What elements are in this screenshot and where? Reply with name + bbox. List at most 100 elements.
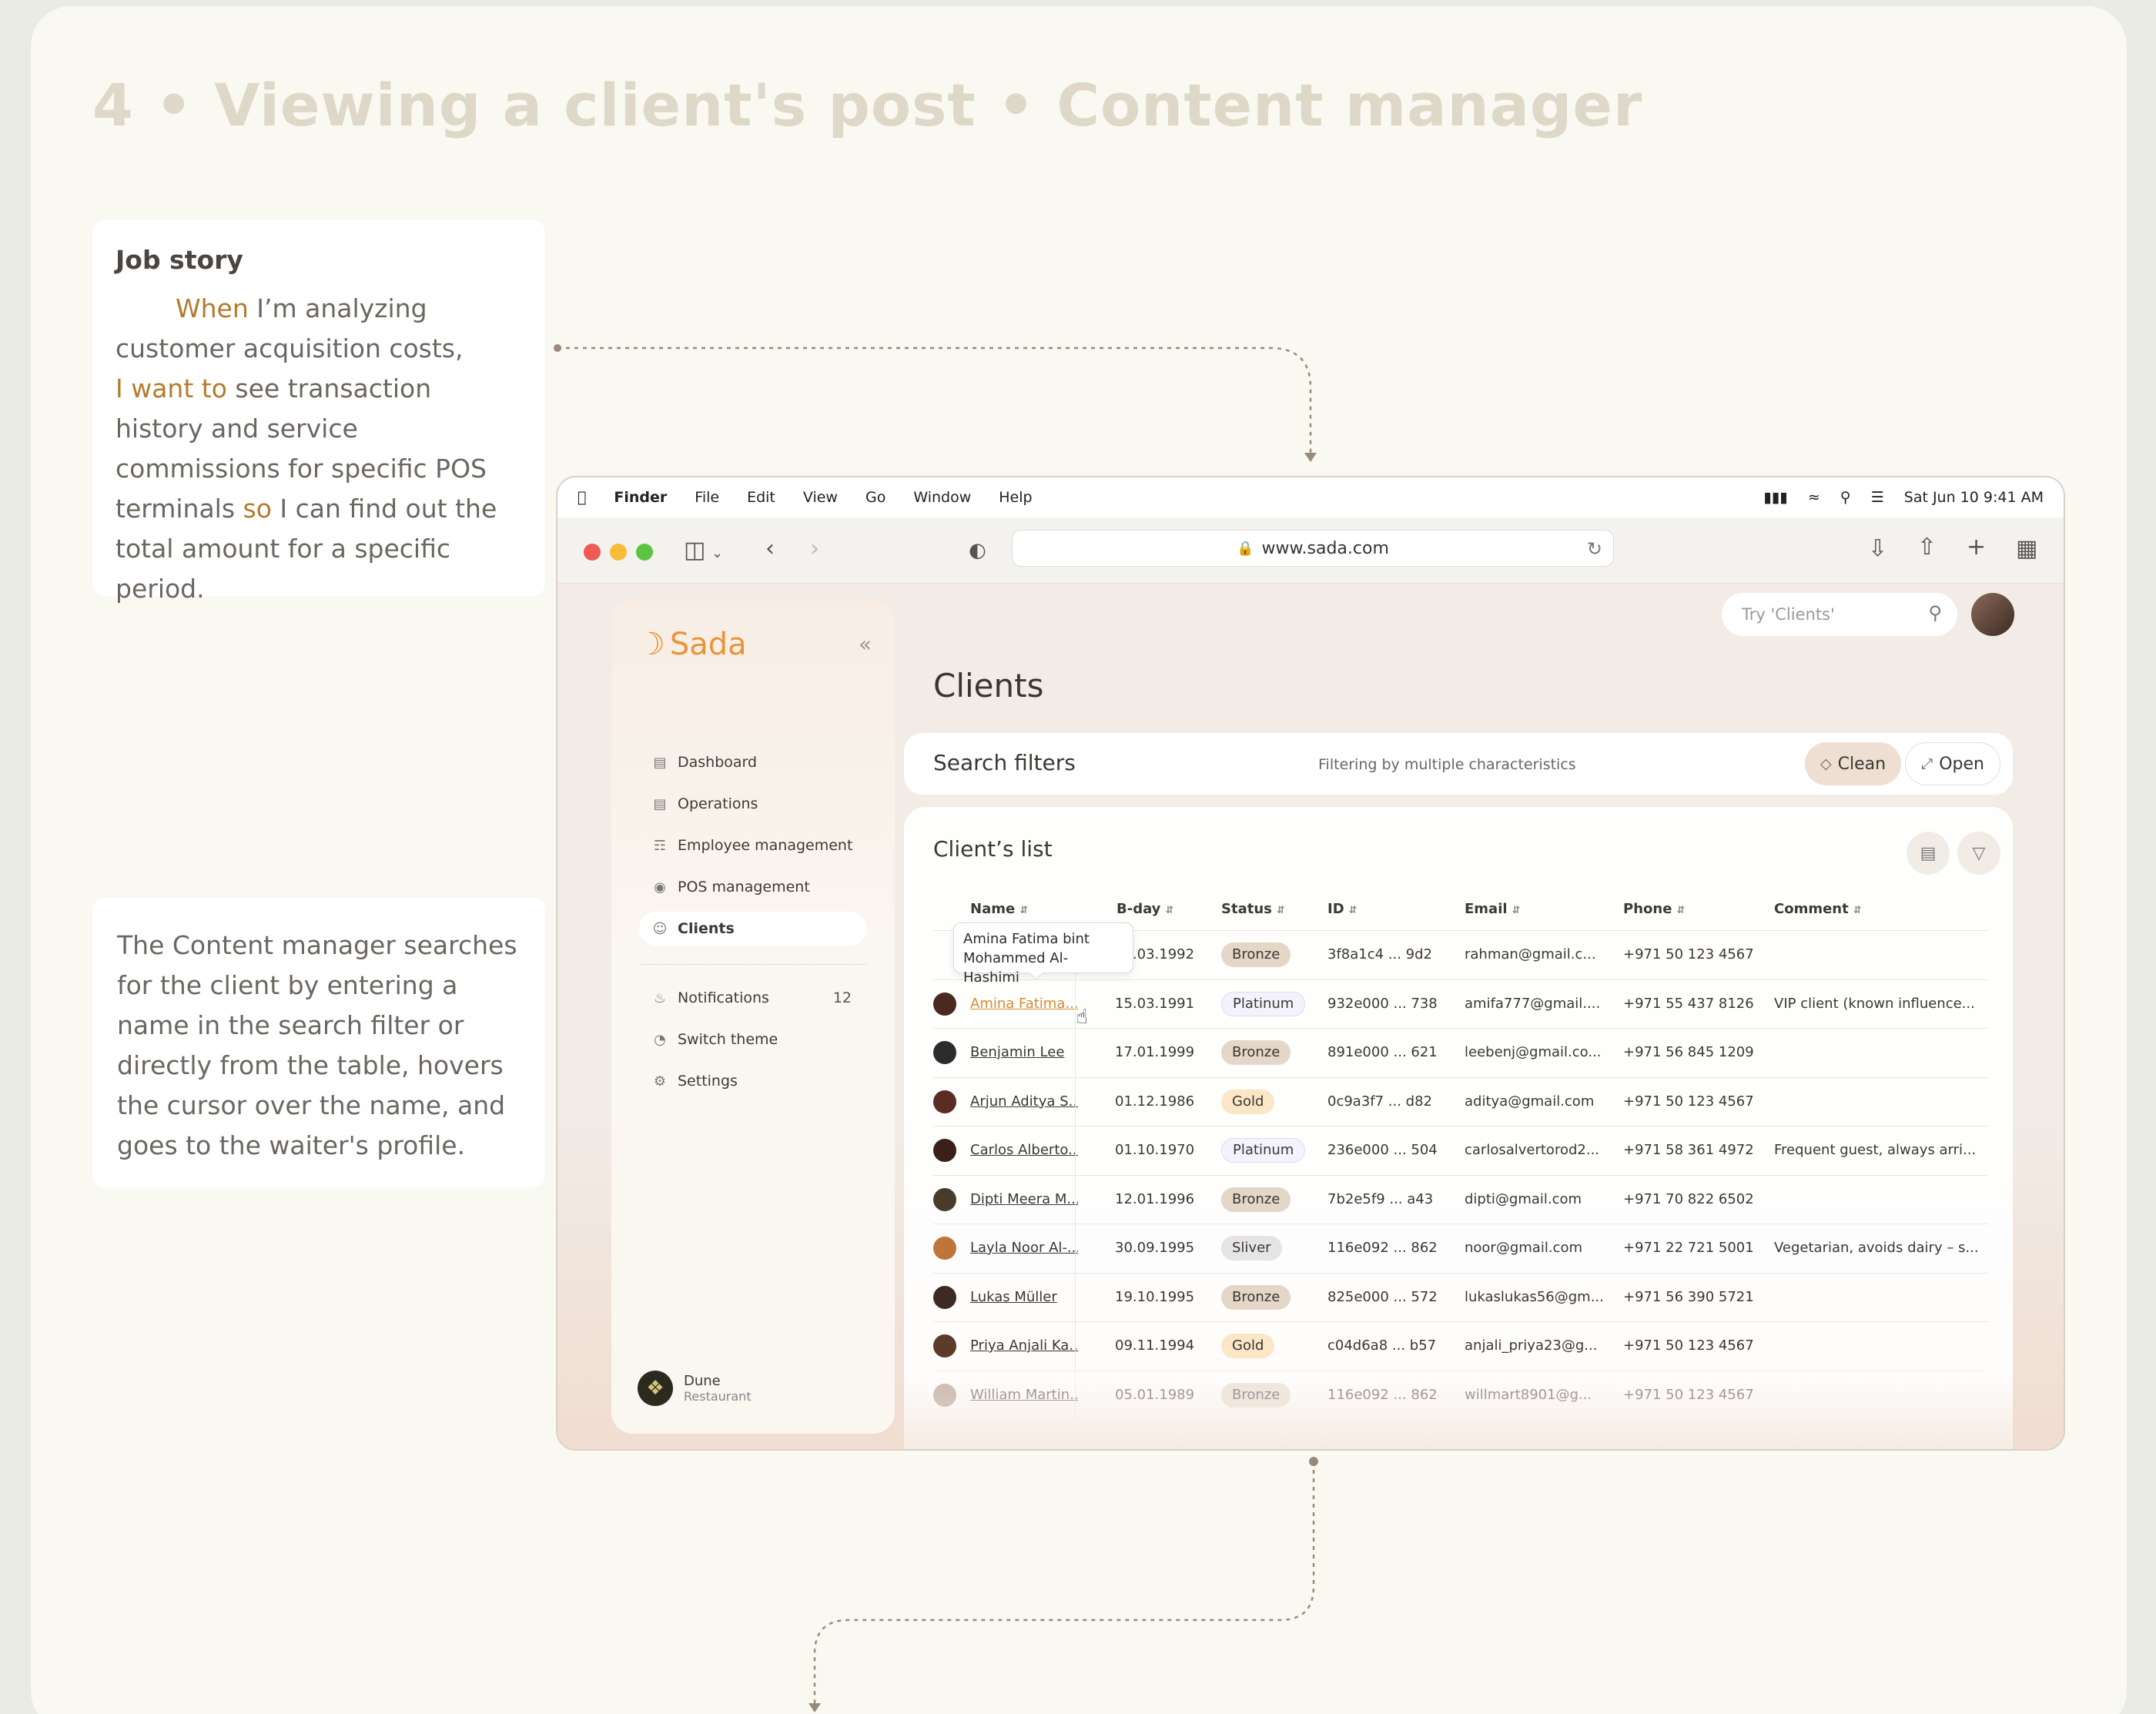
sidebar-item-notifications[interactable]: ♨ Notifications 12 [639, 981, 867, 1015]
column-header-bday[interactable]: B-day ⇵ [1116, 901, 1173, 917]
global-search-input[interactable]: Try 'Clients' ⚲ [1722, 593, 1957, 636]
reload-icon[interactable]: ↻ [1587, 538, 1602, 560]
page-heading: Clients [933, 667, 1044, 705]
sidebar-item-employee-management[interactable]: ☶ Employee management [639, 829, 867, 862]
new-tab-icon[interactable]: + [1967, 536, 1986, 559]
sidebar-item-switch-theme[interactable]: ◔ Switch theme [639, 1023, 867, 1056]
client-name-link[interactable]: Lukas Müller [970, 1273, 1078, 1321]
table-row[interactable]: Arjun Aditya S... 01.12.1986 Gold 0c9a3f7 .… [933, 1076, 1988, 1126]
client-avatar[interactable] [933, 992, 956, 1016]
client-avatar[interactable] [933, 1334, 956, 1357]
close-window-button[interactable] [584, 544, 601, 561]
cell-comment [1774, 1175, 1982, 1224]
user-avatar[interactable] [1971, 593, 2014, 636]
download-icon[interactable]: ⇩ [1868, 537, 1887, 561]
hand-cursor-icon: ☝ [1076, 1006, 1088, 1029]
sidebar-item-operations[interactable]: ▤ Operations [639, 787, 867, 821]
sidebar-item-settings[interactable]: ⚙ Settings [639, 1064, 867, 1098]
share-icon[interactable]: ⇧ [1917, 536, 1937, 559]
status-badge: Gold [1221, 1334, 1275, 1358]
cell-phone: +971 55 437 8126 [1623, 995, 1754, 1012]
privacy-shield-icon[interactable]: ◐ [969, 539, 986, 562]
column-header-phone[interactable]: Phone ⇵ [1623, 901, 1685, 917]
client-name-link[interactable]: Priya Anjali Ka... [970, 1321, 1078, 1370]
cell-comment [1774, 1273, 1982, 1321]
column-header-status[interactable]: Status ⇵ [1221, 901, 1285, 917]
collapse-sidebar-icon[interactable]: « [859, 631, 872, 657]
cell-status: Bronze [1221, 1273, 1291, 1321]
cell-phone: +971 22 721 5001 [1623, 1240, 1754, 1256]
restaurant-brand[interactable]: ❖ Dune Restaurant [638, 1371, 752, 1406]
sidebar-item-pos-management[interactable]: ◉ POS management [639, 870, 867, 904]
client-avatar[interactable] [933, 1187, 956, 1211]
calendar-filter-button[interactable]: ▤ [1907, 832, 1950, 875]
client-avatar[interactable] [933, 1090, 956, 1113]
menu-edit[interactable]: Edit [747, 489, 775, 506]
clean-button[interactable]: ◇ Clean [1805, 742, 1902, 785]
sidebar-toggle-icon[interactable]: ◫ [684, 539, 705, 562]
cell-comment [1774, 1077, 1982, 1126]
sidebar-item-clients[interactable]: ☺ Clients [639, 912, 867, 946]
table-row[interactable]: Priya Anjali Ka... 09.11.1994 Gold c04d6a8 … [933, 1321, 1988, 1370]
browser-window:  Finder File Edit View Go Window Help ▮… [556, 476, 2065, 1451]
client-name-link[interactable]: Arjun Aditya S... [970, 1077, 1078, 1126]
zoom-window-button[interactable] [636, 544, 653, 561]
client-avatar[interactable] [933, 1285, 956, 1309]
client-avatar[interactable] [933, 1237, 956, 1260]
sada-logo[interactable]: ☽ Sada [638, 627, 747, 662]
filter-button[interactable]: ▽ [1957, 832, 2000, 875]
sort-icon: ⇵ [1512, 905, 1521, 916]
client-name-link[interactable]: Layla Noor Al-... [970, 1224, 1078, 1272]
connector-line-top [557, 346, 1312, 456]
connector-arrow-bottom [808, 1703, 821, 1712]
open-button[interactable]: ⤢ Open [1905, 742, 2000, 785]
cell-comment [1774, 930, 1982, 979]
column-header-comment[interactable]: Comment ⇵ [1774, 901, 1862, 917]
sidebar-item-dashboard[interactable]: ▤ Dashboard [639, 745, 867, 779]
control-center-icon[interactable]: ☰ [1871, 489, 1884, 506]
cell-status: Bronze [1221, 1028, 1291, 1076]
client-avatar[interactable] [933, 1139, 956, 1162]
forward-icon[interactable]: › [810, 537, 819, 561]
client-name-link[interactable]: Benjamin Lee [970, 1028, 1078, 1076]
wifi-icon[interactable]: ≈ [1808, 489, 1820, 506]
menu-window[interactable]: Window [913, 489, 971, 506]
menu-help[interactable]: Help [999, 489, 1032, 506]
menu-file[interactable]: File [695, 489, 719, 506]
client-avatar[interactable] [933, 1041, 956, 1064]
menu-go[interactable]: Go [865, 489, 886, 506]
search-filters-subtitle: Filtering by multiple characteristics [1318, 756, 1576, 773]
column-header-email[interactable]: Email ⇵ [1465, 901, 1520, 917]
cell-bday: 30.09.1995 [1115, 1240, 1195, 1256]
spotlight-icon[interactable]: ⚲ [1840, 489, 1851, 506]
address-bar[interactable]: 🔒 www.sada.com ↻ [1012, 530, 1614, 567]
lock-icon: 🔒 [1237, 540, 1254, 557]
tab-overview-icon[interactable]: ▦ [2016, 537, 2037, 561]
column-header-id[interactable]: ID ⇵ [1327, 901, 1358, 917]
table-row[interactable]: Lukas Müller 19.10.1995 Bronze 825e000 ... … [933, 1272, 1988, 1321]
url-text: www.sada.com [1261, 538, 1389, 558]
back-icon[interactable]: ‹ [765, 537, 775, 561]
client-name-link[interactable]: Carlos Alberto... [970, 1126, 1078, 1174]
minimize-window-button[interactable] [610, 544, 627, 561]
menu-finder[interactable]: Finder [614, 489, 667, 506]
client-name-link[interactable]: Dipti Meera M... [970, 1175, 1078, 1224]
notifications-count: 12 [832, 989, 852, 1006]
table-row[interactable]: Layla Noor Al-... 30.09.1995 Sliver 116e092… [933, 1224, 1988, 1272]
apple-icon[interactable]:  [578, 489, 586, 506]
column-header-name[interactable]: Name ⇵ [970, 901, 1028, 917]
menubar-datetime[interactable]: Sat Jun 10 9:41 AM [1904, 489, 2044, 506]
search-icon[interactable]: ⚲ [1928, 602, 1942, 624]
table-row[interactable]: Amina Fatima... 15.03.1991 Platinum 932e000… [933, 979, 1988, 1028]
clean-button-label: Clean [1837, 754, 1886, 774]
battery-icon[interactable]: ▮▮▮ [1764, 489, 1788, 506]
table-row[interactable]: Carlos Alberto... 01.10.1970 Platinum 236e0… [933, 1126, 1988, 1174]
cell-id: 7b2e5f9 ... a43 [1327, 1190, 1434, 1207]
name-column-divider [1075, 1028, 1076, 1076]
table-row[interactable]: Dipti Meera M... 12.01.1996 Bronze 7b2e5f9 … [933, 1174, 1988, 1224]
table-row[interactable]: Benjamin Lee 17.01.1999 Bronze 891e000 ... … [933, 1028, 1988, 1076]
restaurant-logo-icon: ❖ [638, 1371, 673, 1406]
chevron-down-icon[interactable]: ⌄ [711, 542, 723, 565]
sidebar-item-label: Dashboard [678, 754, 758, 771]
menu-view[interactable]: View [803, 489, 838, 506]
